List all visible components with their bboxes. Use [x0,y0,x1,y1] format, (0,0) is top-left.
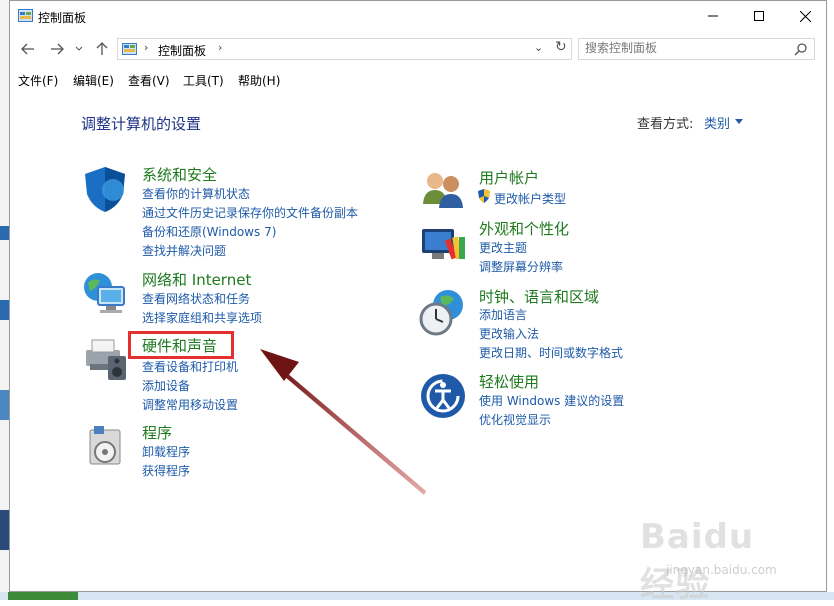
address-bar[interactable]: › 控制面板 › ⌄ ↻ [117,38,572,60]
menu-bar: 文件(F) 编辑(E) 查看(V) 工具(T) 帮助(H) [10,69,826,91]
category-ease-of-access[interactable]: 轻松使用 [479,371,539,392]
category-user-accounts[interactable]: 用户帐户 [479,167,539,188]
minimize-icon [708,15,718,17]
search-icon[interactable] [794,42,808,56]
link-devices-printers[interactable]: 查看设备和打印机 [142,358,238,375]
programs-icon[interactable] [80,422,130,472]
close-button[interactable] [782,1,828,31]
maximize-button[interactable] [736,1,782,31]
recent-locations-button[interactable] [72,39,86,59]
caret-down-icon[interactable] [735,119,743,124]
link-add-language[interactable]: 添加语言 [479,306,527,323]
control-panel-icon [122,43,137,55]
window-title: 控制面板 [38,11,87,25]
menu-help[interactable]: 帮助(H) [238,72,280,89]
navigation-bar: › 控制面板 › ⌄ ↻ [10,35,826,63]
link-get-programs[interactable]: 获得程序 [142,462,190,479]
link-optimize-visual-display[interactable]: 优化视觉显示 [479,411,551,428]
close-icon [799,10,811,22]
up-button[interactable] [92,39,112,59]
link-change-input-method[interactable]: 更改输入法 [479,325,539,342]
watermark-brand: Baidu 经验 [640,517,755,605]
chevron-down-icon [75,46,83,51]
menu-file[interactable]: 文件(F) [18,72,58,89]
link-uninstall-program[interactable]: 卸载程序 [142,443,190,460]
link-change-theme[interactable]: 更改主题 [479,239,527,256]
link-file-history[interactable]: 通过文件历史记录保存你的文件备份副本 [142,204,358,221]
category-network-internet[interactable]: 网络和 Internet [142,269,251,290]
link-screen-resolution[interactable]: 调整屏幕分辨率 [479,258,563,275]
minimize-button[interactable] [690,1,736,31]
control-panel-window: 控制面板 › 控制面板 › ⌄ ↻ 搜索控制面板 文件(F) 编辑(E) 查看(… [9,0,827,605]
search-box[interactable] [578,38,815,60]
printer-speaker-icon[interactable] [80,334,130,384]
link-network-status[interactable]: 查看网络状态和任务 [142,290,250,307]
view-by-label: 查看方式: [637,117,694,132]
category-hardware-sound[interactable]: 硬件和声音 [142,335,217,356]
page-title: 调整计算机的设置 [81,115,202,133]
link-mobility-settings[interactable]: 调整常用移动设置 [142,396,238,413]
link-change-account-type[interactable]: 更改帐户类型 [494,190,566,207]
link-troubleshoot[interactable]: 查找并解决问题 [142,242,226,259]
category-clock-region[interactable]: 时钟、语言和区域 [479,286,599,307]
arrow-right-icon [51,43,64,55]
category-appearance[interactable]: 外观和个性化 [479,218,569,239]
network-globe-icon[interactable] [80,269,130,319]
title-bar[interactable]: 控制面板 [10,1,826,33]
menu-edit[interactable]: 编辑(E) [73,72,114,89]
link-homegroup-sharing[interactable]: 选择家庭组和共享选项 [142,309,262,326]
category-system-security[interactable]: 系统和安全 [142,164,217,185]
forward-button[interactable] [47,39,67,59]
menu-view[interactable]: 查看(V) [128,72,170,89]
back-button[interactable] [18,39,38,59]
users-icon[interactable] [418,164,468,214]
link-add-device[interactable]: 添加设备 [142,377,190,394]
category-programs[interactable]: 程序 [142,422,172,443]
link-date-time-format[interactable]: 更改日期、时间或数字格式 [479,344,623,361]
view-by-dropdown[interactable]: 类别 [704,113,730,132]
maximize-icon [754,11,764,21]
baidu-watermark: Baidu 经验 jingyan.baidu.com [640,511,800,605]
control-panel-icon [18,9,33,22]
appearance-icon[interactable] [418,219,468,269]
chevron-right-icon[interactable]: › [144,41,148,54]
menu-tools[interactable]: 工具(T) [183,72,224,89]
address-dropdown-icon[interactable]: ⌄ [534,41,543,54]
shield-icon[interactable] [80,164,130,214]
link-backup-restore[interactable]: 备份和还原(Windows 7) [142,223,276,240]
link-windows-suggested-settings[interactable]: 使用 Windows 建议的设置 [479,392,624,409]
ease-of-access-icon[interactable] [418,371,468,421]
search-input[interactable] [585,41,785,55]
refresh-icon[interactable]: ↻ [555,39,567,55]
watermark-url: jingyan.baidu.com [666,563,777,577]
arrow-up-icon [96,42,108,55]
clock-globe-icon[interactable] [418,287,468,337]
chevron-right-icon[interactable]: › [218,41,222,54]
breadcrumb-control-panel[interactable]: 控制面板 [158,42,206,59]
arrow-left-icon [21,43,34,55]
link-view-computer-status[interactable]: 查看你的计算机状态 [142,185,250,202]
uac-shield-icon [478,189,490,203]
